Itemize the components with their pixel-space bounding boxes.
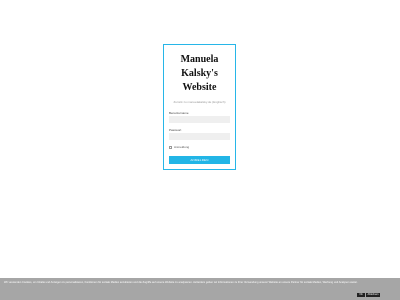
remember-label: Anmeldung — [174, 145, 190, 149]
site-title-line1: Manuela — [180, 54, 219, 65]
remember-row: Anmeldung — [169, 145, 189, 149]
cookie-notice-text: Wir verwenden Cookies, um Inhalte und An… — [4, 281, 358, 284]
password-input[interactable] — [169, 133, 230, 140]
cookie-ok-button[interactable]: Ok — [357, 293, 365, 297]
site-title: Manuela Kalsky's Website — [164, 53, 235, 95]
site-title-line2: Kalsky's — [181, 68, 218, 79]
username-label: Benutzername — [169, 111, 189, 115]
remember-checkbox[interactable] — [169, 145, 172, 149]
password-label: Passwort — [169, 128, 182, 132]
cookie-bar: Wir verwenden Cookies, um Inhalte und An… — [0, 278, 400, 300]
site-title-line3: Website — [182, 82, 217, 93]
page: Manuela Kalsky's Website Zurück zu manue… — [0, 0, 400, 300]
login-card: Manuela Kalsky's Website — [163, 44, 236, 170]
cookie-decline-button[interactable]: Ablehnen — [366, 293, 380, 297]
username-input[interactable] — [169, 116, 230, 123]
login-button[interactable]: ANMELDEN — [169, 156, 230, 164]
back-to-site-link[interactable]: Zurück zu manuelakalsky.de (Englisch) — [163, 100, 236, 104]
